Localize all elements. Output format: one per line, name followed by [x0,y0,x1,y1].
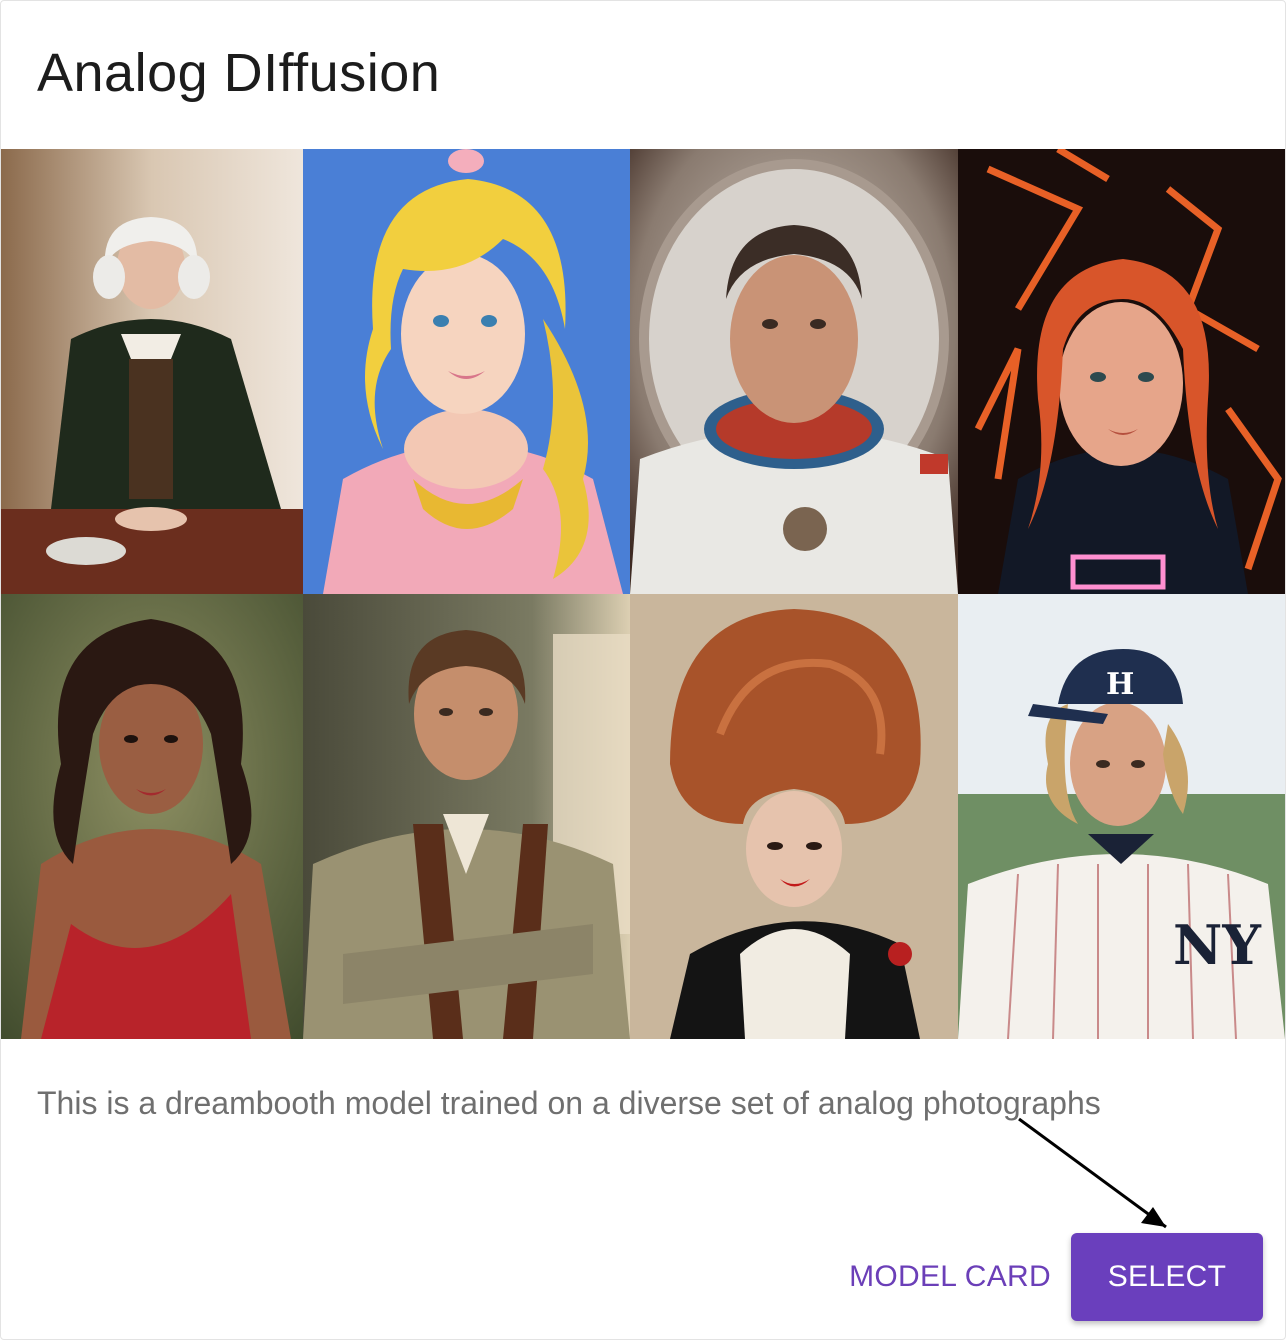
sample-image-gallery: NY H [1,149,1285,1039]
gallery-image-2 [303,149,630,594]
gallery-image-5 [1,594,303,1039]
model-description: This is a dreambooth model trained on a … [37,1085,1101,1121]
gallery-image-6 [303,594,630,1039]
model-card-button[interactable]: MODEL CARD [849,1248,1051,1306]
gallery-image-7 [630,594,958,1039]
arrow-annotation [1018,1117,1167,1229]
gallery-image-1 [1,149,303,594]
dialog-title: Analog DIffusion [37,43,441,103]
select-button[interactable]: SELECT [1071,1233,1263,1321]
gallery-image-3 [630,149,958,594]
svg-text:NY: NY [1173,913,1262,977]
gallery-image-8: NY H [958,594,1285,1039]
gallery-image-4 [958,149,1285,594]
model-dialog: Analog DIffusion NY H This is a dreamboo… [0,0,1286,1340]
dialog-actions: MODEL CARD SELECT [849,1233,1263,1321]
svg-text:H: H [1106,667,1134,702]
